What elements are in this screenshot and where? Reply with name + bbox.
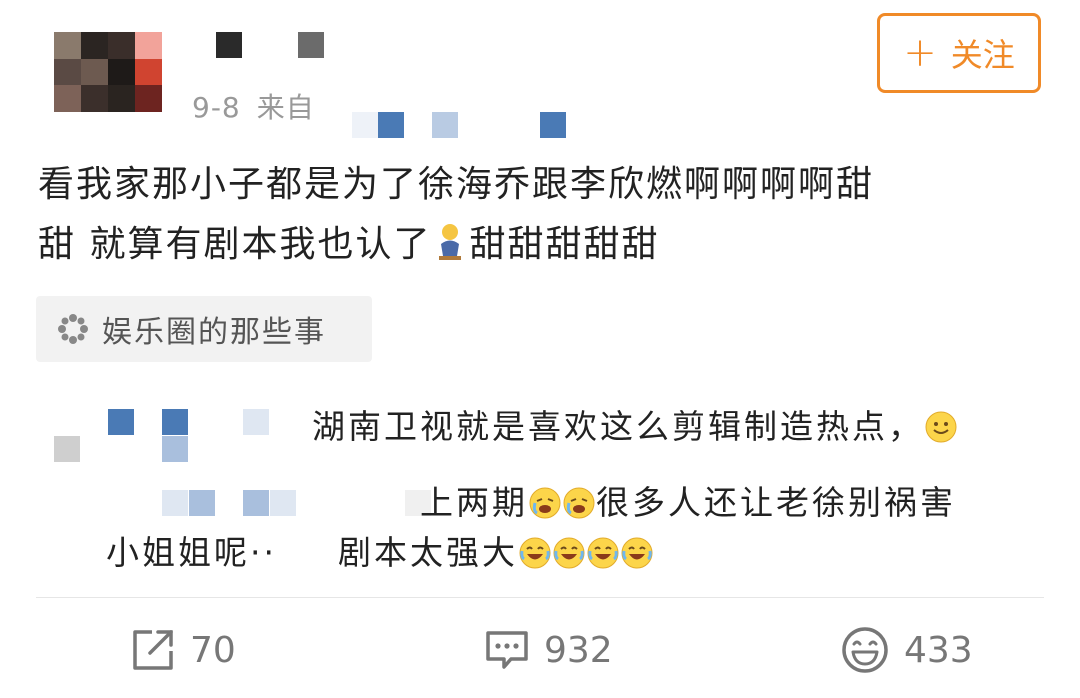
topic-label: 娱乐圈的那些事 bbox=[102, 315, 326, 350]
laughing-tears-emoji-icon bbox=[519, 537, 551, 569]
flower-icon bbox=[58, 314, 88, 344]
quoted-line1: 湖南卫视就是喜欢这么剪辑制造热点， bbox=[312, 400, 958, 448]
post-date: 9-8 bbox=[192, 91, 241, 124]
topic-tag[interactable]: 娱乐圈的那些事 bbox=[36, 296, 372, 362]
post-text: 看我家那小子都是为了徐海乔跟李欣燃啊啊啊啊甜 甜 就算有剧本我也认了 甜甜甜甜甜 bbox=[38, 155, 1048, 275]
repost-icon bbox=[133, 630, 173, 670]
laughing-tears-emoji-icon bbox=[587, 537, 619, 569]
quoted-line2: 上两期 很多人还让老徐别祸害 bbox=[420, 476, 956, 524]
quoted-line3-left: 小姐姐呢·· bbox=[106, 533, 277, 572]
repost-button[interactable]: 70 bbox=[130, 625, 236, 675]
post-meta: 9-8 来自 bbox=[192, 86, 331, 126]
follow-label: 关注 bbox=[950, 36, 1015, 74]
post-text-line2-a: 甜 就算有剧本我也认了 bbox=[38, 224, 432, 265]
quoted-line2-a: 上两期 bbox=[420, 483, 528, 522]
crying-face-emoji-icon bbox=[563, 487, 595, 519]
quoted-line3-text: 剧本太强大 bbox=[338, 533, 518, 572]
laughing-tears-emoji-icon bbox=[621, 537, 653, 569]
divider bbox=[36, 597, 1044, 598]
like-button[interactable]: 433 bbox=[840, 625, 973, 675]
post-text-line1: 看我家那小子都是为了徐海乔跟李欣燃啊啊啊啊甜 bbox=[38, 164, 875, 205]
kneeling-person-emoji-icon bbox=[435, 221, 465, 261]
laughing-tears-emoji-icon bbox=[553, 537, 585, 569]
follow-button[interactable]: + 关注 bbox=[877, 13, 1041, 93]
plus-icon: + bbox=[903, 30, 937, 76]
smile-like-icon bbox=[842, 627, 888, 673]
quoted-line3-right: 剧本太强大 bbox=[338, 526, 654, 574]
comment-icon bbox=[486, 631, 528, 669]
comment-count: 932 bbox=[544, 629, 613, 671]
crying-face-emoji-icon bbox=[529, 487, 561, 519]
like-count: 433 bbox=[904, 629, 973, 671]
avatar[interactable] bbox=[54, 32, 162, 112]
post-text-line2: 甜 就算有剧本我也认了 甜甜甜甜甜 bbox=[38, 215, 1048, 275]
quoted-line1-text: 湖南卫视就是喜欢这么剪辑制造热点， bbox=[312, 407, 924, 446]
post-source-label: 来自 bbox=[256, 91, 315, 124]
comment-button[interactable]: 932 bbox=[484, 625, 613, 675]
repost-count: 70 bbox=[190, 629, 236, 671]
smile-emoji-icon bbox=[925, 411, 957, 443]
post-text-line2-b: 甜甜甜甜甜 bbox=[469, 224, 660, 265]
quoted-line2-b: 很多人还让老徐别祸害 bbox=[596, 483, 956, 522]
